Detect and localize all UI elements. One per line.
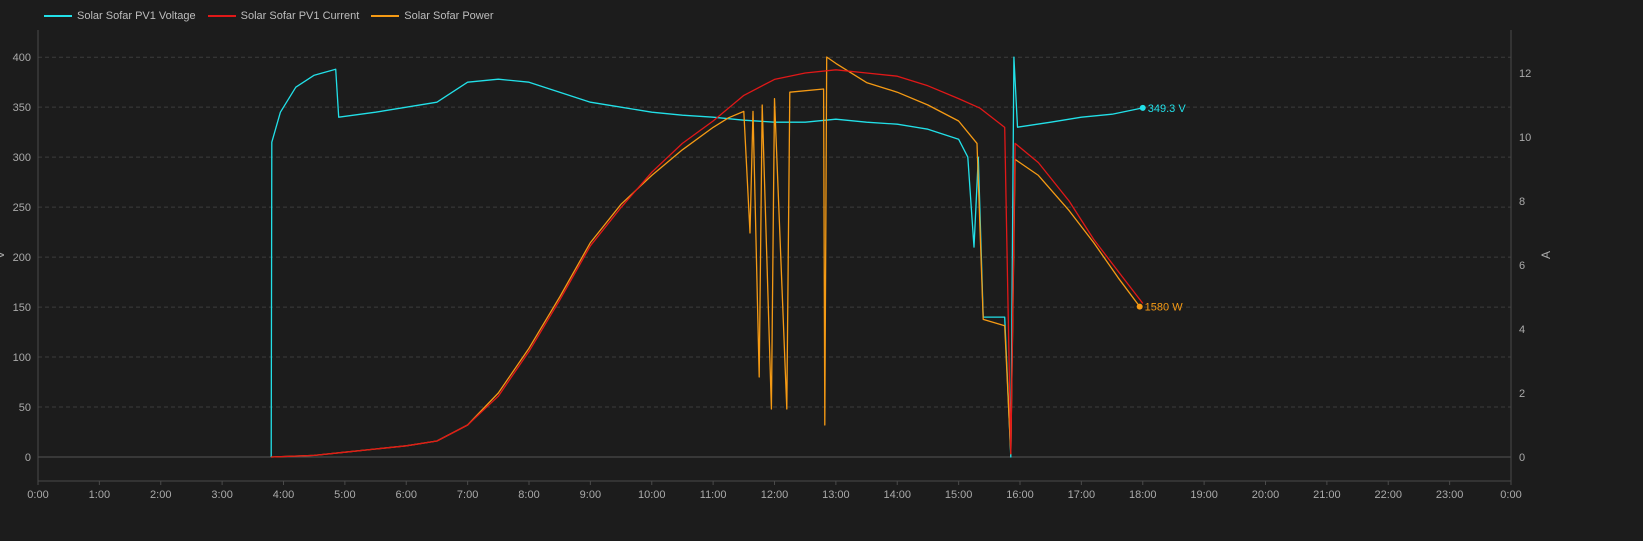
x-tick-label: 7:00 [457,489,478,501]
y-left-tick-label: 150 [13,302,31,314]
y-left-tick-label: 100 [13,352,31,364]
x-tick-label: 8:00 [518,489,539,501]
end-point-marker [1139,104,1146,111]
y-right-tick-label: 12 [1519,68,1531,80]
y-left-tick-label: 200 [13,252,31,264]
x-tick-label: 18:00 [1129,489,1157,501]
x-tick-label: 14:00 [883,489,911,501]
x-tick-label: 1:00 [89,489,110,501]
y-left-axis-title: V [0,251,7,259]
chart: 0 50 100 150 200 250 300 350 400 0 2 4 6 8 10 12 0:00 1:0… [0,30,1553,501]
x-tick-label: 5:00 [334,489,355,501]
x-tick-label: 23:00 [1436,489,1464,501]
x-tick-label: 20:00 [1252,489,1280,501]
x-tick-label: 2:00 [150,489,171,501]
x-tick-label: 6:00 [396,489,417,501]
x-tick-label: 3:00 [211,489,232,501]
y-right-axis-title: A [1539,251,1553,259]
x-tick-label: 9:00 [580,489,601,501]
end-value-label: 349.3 V [1148,103,1187,115]
x-tick-label: 0:00 [1500,489,1521,501]
x-tick-label: 0:00 [27,489,48,501]
y-right-tick-label: 10 [1519,132,1531,144]
y-left-tick-label: 0 [25,452,31,464]
x-tick-label: 17:00 [1068,489,1096,501]
x-tick-label: 19:00 [1190,489,1218,501]
y-right-tick-label: 6 [1519,260,1525,272]
y-right-tick-label: 0 [1519,452,1525,464]
x-tick-label: 11:00 [700,489,727,501]
end-value-label: 1580 W [1145,302,1184,314]
y-right-tick-label: 2 [1519,388,1525,400]
y-left-tick-label: 400 [13,52,31,64]
x-tick-label: 13:00 [822,489,850,501]
y-left-tick-label: 50 [19,402,31,414]
x-tick-label: 15:00 [945,489,973,501]
end-labels: 349.3 V 1580 W [1136,103,1187,314]
x-tick-label: 12:00 [761,489,789,501]
x-tick-label: 21:00 [1313,489,1341,501]
x-tick-label: 16:00 [1006,489,1034,501]
x-tick-label: 22:00 [1374,489,1402,501]
y-left-tick-label: 300 [13,152,31,164]
x-tick-label: 10:00 [638,489,666,501]
y-left-tick-label: 250 [13,202,31,214]
y-right-tick-label: 4 [1519,324,1525,336]
axes: 0 50 100 150 200 250 300 350 400 0 2 4 6 8 10 12 0:00 1:0… [0,30,1553,501]
x-tick-label: 4:00 [273,489,294,501]
end-point-marker [1136,303,1143,310]
series-lines [270,56,1144,458]
y-left-tick-label: 350 [13,102,31,114]
y-right-tick-label: 8 [1519,196,1525,208]
